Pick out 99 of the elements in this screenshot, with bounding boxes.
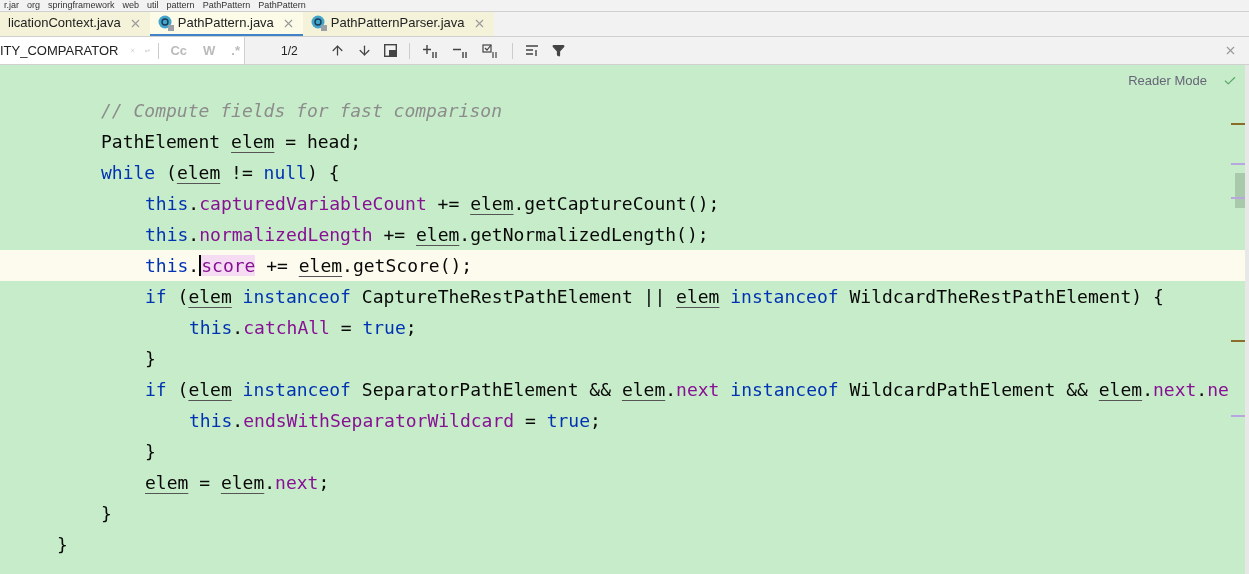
code-token: } <box>101 503 112 524</box>
code-token: += <box>265 255 289 276</box>
breadcrumb-item[interactable]: PathPattern <box>202 1 251 10</box>
code-token: .getNormalizedLength(); <box>459 224 709 245</box>
code-token: ; <box>590 410 601 431</box>
code-token: elem <box>298 255 343 276</box>
code-token: PathElement <box>101 131 222 152</box>
code-token: instanceof <box>729 286 839 307</box>
code-token: elem <box>188 379 232 400</box>
window-icon[interactable] <box>383 44 397 57</box>
code-token: if <box>145 379 167 400</box>
breadcrumb-item[interactable]: util <box>147 1 159 10</box>
code-token: if <box>145 286 167 307</box>
code-token: this <box>189 410 233 431</box>
breadcrumb-item[interactable]: r.jar <box>4 1 19 10</box>
editor-tab[interactable]: PathPatternParser.java <box>302 12 494 36</box>
code-token: elem <box>145 472 189 493</box>
code-token: ( <box>176 286 189 307</box>
code-token: = <box>339 317 353 338</box>
code-token: null <box>263 162 307 183</box>
code-token: elem <box>188 286 232 307</box>
filter-icon[interactable] <box>551 44 565 57</box>
code-token: . <box>232 410 244 431</box>
code-token: WildcardPathElement && <box>848 379 1089 400</box>
editor-tab[interactable]: licationContext.java <box>0 12 150 36</box>
code-token: elem <box>231 131 275 152</box>
tab-label: PathPattern.java <box>177 14 274 33</box>
code-token: = <box>523 410 537 431</box>
code-token: this <box>145 224 189 245</box>
code-token: capturedVariableCount <box>199 193 427 214</box>
code-token: ne <box>1207 379 1229 400</box>
code-token: catchAll <box>243 317 330 338</box>
tab-label: PathPatternParser.java <box>330 14 465 33</box>
breadcrumb-item[interactable]: springframework <box>48 1 115 10</box>
code-token: = head; <box>284 131 362 152</box>
search-value: ITY_COMPARATOR <box>0 41 119 60</box>
code-token: . <box>1196 379 1208 400</box>
add-cursor-icon[interactable] <box>421 43 440 58</box>
reader-mode-label[interactable]: Reader Mode <box>1128 71 1207 91</box>
code-token: = <box>198 472 212 493</box>
code-token: SeparatorPathElement && <box>360 379 613 400</box>
code-token: ( <box>165 162 177 183</box>
code-token: . <box>232 317 244 338</box>
code-token: . <box>264 472 276 493</box>
previous-icon[interactable] <box>329 43 345 58</box>
close-icon[interactable] <box>1224 44 1237 57</box>
code-token: } <box>57 534 68 555</box>
match-count: 1/2 <box>281 42 298 60</box>
code-token: instanceof <box>241 379 351 400</box>
breadcrumb-item[interactable]: pattern <box>166 1 195 10</box>
code-token: . <box>1142 379 1153 400</box>
select-all-icon[interactable] <box>481 43 500 58</box>
code-token: .getCaptureCount(); <box>513 193 720 214</box>
code-token: // Compute fields for fast comparison <box>101 100 502 121</box>
code-token: += <box>436 193 461 214</box>
code-token: next <box>676 379 720 400</box>
code-token: . <box>188 255 200 276</box>
code-token: true <box>546 410 590 431</box>
code-token: ; <box>318 472 330 493</box>
code-token: .getScore(); <box>342 255 473 276</box>
code-token: elem <box>220 472 265 493</box>
code-token: endsWithSeparatorWildcard <box>243 410 515 431</box>
code-token: elem <box>470 193 514 214</box>
code-token: elem <box>415 224 460 245</box>
editor-tab[interactable]: PathPattern.java <box>149 12 303 36</box>
breadcrumb-item[interactable]: PathPattern <box>258 1 306 10</box>
code-token: next <box>1152 379 1197 400</box>
lines-icon[interactable] <box>524 44 540 57</box>
code-token: != <box>230 162 254 183</box>
code-token: CaptureTheRestPathElement || <box>360 286 667 307</box>
code-token: elem <box>621 379 666 400</box>
code-token: while <box>101 162 156 183</box>
code-token: } <box>145 441 156 462</box>
code-token: WildcardTheRestPathElement) { <box>848 286 1164 307</box>
code-token: instanceof <box>241 286 351 307</box>
code-token: next <box>275 472 319 493</box>
check-icon[interactable] <box>1223 74 1237 88</box>
code-token: . <box>665 379 677 400</box>
code-token: this <box>145 193 189 214</box>
code-token: instanceof <box>729 379 839 400</box>
code-token: elem <box>676 286 720 307</box>
code-token: } <box>145 348 156 369</box>
code-token: += <box>382 224 407 245</box>
code-token: . <box>188 193 200 214</box>
breadcrumb-item[interactable]: org <box>27 1 41 10</box>
code-token: true <box>362 317 406 338</box>
code-token: ) { <box>306 162 340 183</box>
code-token: normalizedLength <box>199 224 373 245</box>
code-token: ; <box>405 317 417 338</box>
code-token: . <box>188 224 200 245</box>
breadcrumb-item[interactable]: web <box>122 1 140 10</box>
code-token: elem <box>1098 379 1143 400</box>
code-token: this <box>189 317 233 338</box>
code-token: elem <box>176 162 221 183</box>
tab-label: licationContext.java <box>8 14 121 33</box>
code-token: score <box>199 255 256 276</box>
code-token: ( <box>176 379 189 400</box>
next-icon[interactable] <box>356 43 372 58</box>
code-token: this <box>145 255 189 276</box>
